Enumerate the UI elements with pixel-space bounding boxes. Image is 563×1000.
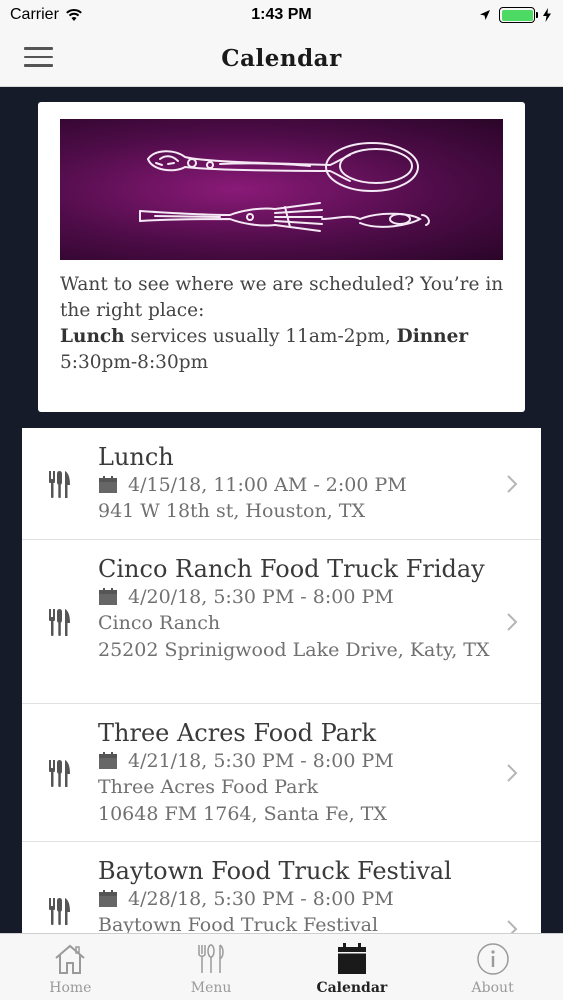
utensils-icon: [49, 470, 70, 498]
tab-about[interactable]: About: [422, 934, 563, 1000]
event-date: 4/28/18, 5:30 PM - 8:00 PM: [128, 888, 394, 910]
event-row[interactable]: Baytown Food Truck Festival 4/28/18, 5:3…: [22, 842, 541, 933]
event-venue: Three Acres Food Park: [98, 776, 319, 798]
status-left: Carrier: [10, 6, 83, 24]
event-date: 4/21/18, 5:30 PM - 8:00 PM: [128, 750, 394, 772]
wifi-icon: [66, 8, 82, 21]
utensils-icon: [49, 608, 70, 636]
tab-calendar[interactable]: Calendar: [282, 934, 423, 1000]
calendar-icon: [99, 588, 117, 605]
event-title: Baytown Food Truck Festival: [98, 857, 452, 885]
event-address: 941 W 18th st, Houston, TX: [98, 500, 366, 522]
battery-icon: [499, 7, 538, 23]
home-icon: [55, 944, 86, 974]
info-icon: [476, 943, 509, 975]
utensils-icon: [49, 897, 70, 925]
dinner-label: Dinner: [396, 326, 469, 347]
event-date-row: 4/28/18, 5:30 PM - 8:00 PM: [98, 886, 501, 912]
event-title: Three Acres Food Park: [98, 719, 376, 747]
page-title: Calendar: [221, 44, 342, 72]
event-date-row: 4/15/18, 11:00 AM - 2:00 PM: [98, 472, 501, 498]
event-date: 4/20/18, 5:30 PM - 8:00 PM: [128, 586, 394, 608]
calendar-icon: [99, 752, 117, 769]
utensils-icon: [49, 759, 70, 787]
calendar-content[interactable]: Want to see where we are scheduled? You’…: [0, 88, 563, 933]
event-list: Lunch 4/15/18, 11:00 AM - 2:00 PM 941 W …: [22, 428, 541, 933]
location-arrow-icon: [480, 10, 490, 20]
event-address: 10648 FM 1764, Santa Fe, TX: [98, 803, 387, 825]
event-title: Lunch: [98, 443, 174, 471]
silverware-banner-image: [60, 119, 503, 260]
info-intro-text: Want to see where we are scheduled? You’…: [60, 274, 504, 321]
chevron-right-icon: [507, 763, 518, 782]
calendar-icon: [99, 890, 117, 907]
event-row[interactable]: Lunch 4/15/18, 11:00 AM - 2:00 PM 941 W …: [22, 428, 541, 540]
event-date-row: 4/20/18, 5:30 PM - 8:00 PM: [98, 584, 501, 610]
chevron-right-icon: [507, 474, 518, 493]
tab-menu[interactable]: Menu: [141, 934, 282, 1000]
utensils-icon: [198, 944, 224, 973]
status-right: [479, 7, 551, 23]
tab-label: Menu: [190, 980, 232, 996]
event-venue: Cinco Ranch: [98, 612, 221, 634]
calendar-icon: [337, 943, 366, 974]
carrier-label: Carrier: [10, 6, 59, 23]
tab-label: Home: [49, 980, 92, 996]
dinner-hours-text: 5:30pm-8:30pm: [60, 352, 209, 373]
charging-bolt-icon: [543, 8, 551, 22]
tab-home[interactable]: Home: [0, 934, 141, 1000]
info-text: Want to see where we are scheduled? You’…: [60, 272, 505, 376]
event-date-row: 4/21/18, 5:30 PM - 8:00 PM: [98, 748, 501, 774]
event-date: 4/15/18, 11:00 AM - 2:00 PM: [128, 474, 407, 496]
info-card: Want to see where we are scheduled? You’…: [38, 102, 525, 412]
lunch-hours-text: services usually 11am-2pm,: [124, 326, 397, 347]
event-title: Cinco Ranch Food Truck Friday: [98, 555, 485, 583]
event-row[interactable]: Cinco Ranch Food Truck Friday 4/20/18, 5…: [22, 540, 541, 704]
lunch-label: Lunch: [60, 326, 125, 347]
event-venue: Baytown Food Truck Festival: [98, 914, 379, 933]
tab-label: Calendar: [316, 980, 388, 996]
navigation-bar: Calendar: [0, 30, 563, 87]
chevron-right-icon: [507, 612, 518, 631]
hamburger-menu-icon[interactable]: [24, 47, 53, 69]
event-row[interactable]: Three Acres Food Park 4/21/18, 5:30 PM -…: [22, 704, 541, 842]
tab-label: About: [471, 980, 514, 996]
status-bar: Carrier 1:43 PM: [0, 0, 563, 30]
chevron-right-icon: [507, 920, 518, 933]
spoon-and-fork-illustration: [139, 142, 430, 232]
calendar-icon: [99, 476, 117, 493]
event-address: 25202 Sprinigwood Lake Drive, Katy, TX: [98, 639, 490, 661]
tab-bar: Home Menu Calendar About: [0, 933, 563, 1000]
